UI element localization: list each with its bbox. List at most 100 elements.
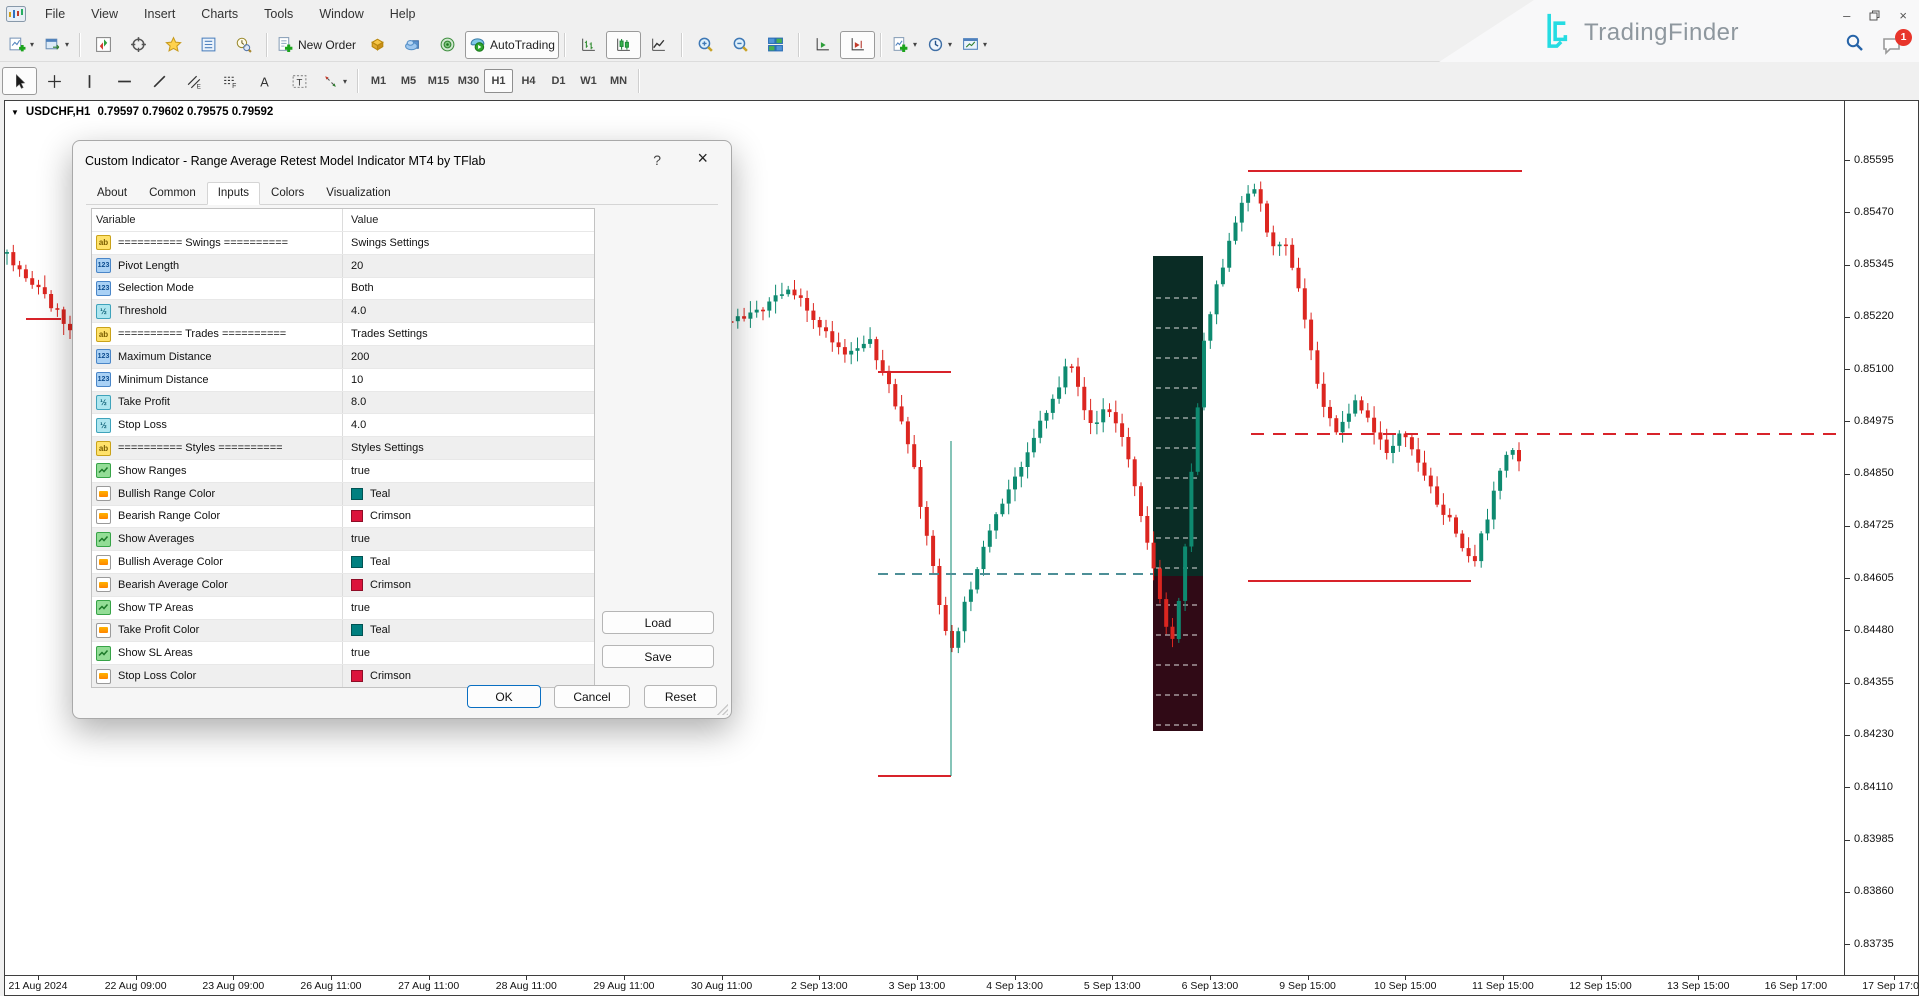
dropdown-caret-icon[interactable]: ▾ <box>913 40 917 49</box>
menu-window[interactable]: Window <box>306 3 376 25</box>
price-axis[interactable]: 0.855950.854700.853450.852200.851000.849… <box>1844 101 1918 976</box>
profiles-button[interactable]: ▾ <box>39 31 74 59</box>
param-value-cell[interactable]: Styles Settings <box>342 437 594 459</box>
dialog-title[interactable]: Custom Indicator - Range Average Retest … <box>85 154 485 168</box>
line-chart-button[interactable] <box>641 31 676 59</box>
text-tool-button[interactable]: A <box>247 67 282 95</box>
dropdown-caret-icon[interactable]: ▾ <box>343 77 347 86</box>
menu-file[interactable]: File <box>32 3 78 25</box>
symbol-quote[interactable]: ▼ USDCHF,H1 0.79597 0.79602 0.79575 0.79… <box>11 106 273 118</box>
new-chart-button[interactable]: ▾ <box>4 31 39 59</box>
menu-insert[interactable]: Insert <box>131 3 188 25</box>
candle-chart-button[interactable] <box>606 31 641 59</box>
auto-scroll-button[interactable] <box>805 31 840 59</box>
chart-shift-button[interactable] <box>840 31 875 59</box>
timeframe-m1[interactable]: M1 <box>364 69 393 93</box>
tile-windows-button[interactable] <box>758 31 793 59</box>
param-value-cell[interactable]: Both <box>342 278 594 300</box>
chat-icon[interactable]: 1 <box>1882 36 1903 55</box>
param-row[interactable]: 123Selection ModeBoth <box>92 277 594 300</box>
dropdown-caret-icon[interactable]: ▾ <box>65 40 69 49</box>
tab-colors[interactable]: Colors <box>260 182 315 205</box>
arrows-tool-button[interactable]: ▾ <box>317 67 352 95</box>
navigator-button[interactable] <box>191 31 226 59</box>
horizontal-line-tool-button[interactable] <box>107 67 142 95</box>
menu-charts[interactable]: Charts <box>188 3 251 25</box>
text-label-tool-button[interactable]: T <box>282 67 317 95</box>
param-row[interactable]: ½Threshold4.0 <box>92 299 594 322</box>
param-value-cell[interactable]: Teal <box>342 620 594 642</box>
cursor-tool-button[interactable] <box>2 67 37 95</box>
param-row[interactable]: Bearish Range ColorCrimson <box>92 505 594 528</box>
crosshair-tool-button[interactable] <box>37 67 72 95</box>
param-row[interactable]: Bearish Average ColorCrimson <box>92 573 594 596</box>
param-value-cell[interactable]: Crimson <box>342 506 594 528</box>
collapse-triangle-icon[interactable]: ▼ <box>11 108 19 117</box>
timeframe-m30[interactable]: M30 <box>454 69 483 93</box>
param-value-cell[interactable]: Trades Settings <box>342 323 594 345</box>
param-row[interactable]: Show Rangestrue <box>92 459 594 482</box>
equidistant-channel-tool-button[interactable]: E <box>177 67 212 95</box>
tab-inputs[interactable]: Inputs <box>207 182 260 205</box>
param-row[interactable]: Show SL Areastrue <box>92 641 594 664</box>
param-value-cell[interactable]: 8.0 <box>342 392 594 414</box>
param-row[interactable]: ½Stop Loss4.0 <box>92 413 594 436</box>
param-row[interactable]: Show TP Areastrue <box>92 596 594 619</box>
param-value-cell[interactable]: true <box>342 642 594 664</box>
fibonacci-tool-button[interactable]: F <box>212 67 247 95</box>
timeframe-m15[interactable]: M15 <box>424 69 453 93</box>
param-value-cell[interactable]: 4.0 <box>342 414 594 436</box>
tab-common[interactable]: Common <box>138 182 207 205</box>
time-axis[interactable]: 21 Aug 202422 Aug 09:0023 Aug 09:0026 Au… <box>5 975 1918 995</box>
load-button[interactable]: Load <box>602 611 714 634</box>
param-row[interactable]: Bullish Range ColorTeal <box>92 482 594 505</box>
param-value-cell[interactable]: 20 <box>342 255 594 277</box>
param-value-cell[interactable]: 200 <box>342 346 594 368</box>
param-row[interactable]: Bullish Average ColorTeal <box>92 550 594 573</box>
search-icon[interactable] <box>1845 33 1864 57</box>
timeframe-h1[interactable]: H1 <box>484 69 513 93</box>
bar-chart-button[interactable] <box>571 31 606 59</box>
dropdown-caret-icon[interactable]: ▾ <box>30 40 34 49</box>
signals-button[interactable] <box>430 31 465 59</box>
strategy-tester-button[interactable] <box>226 31 261 59</box>
templates-button[interactable]: ▾ <box>957 31 992 59</box>
dropdown-caret-icon[interactable]: ▾ <box>983 40 987 49</box>
mql5-storage-button[interactable] <box>395 31 430 59</box>
menu-tools[interactable]: Tools <box>251 3 306 25</box>
param-value-cell[interactable]: true <box>342 597 594 619</box>
param-row[interactable]: 123Minimum Distance10 <box>92 368 594 391</box>
timeframe-w1[interactable]: W1 <box>574 69 603 93</box>
param-row[interactable]: 123Maximum Distance200 <box>92 345 594 368</box>
data-window-button[interactable] <box>121 31 156 59</box>
menu-view[interactable]: View <box>78 3 131 25</box>
metaeditor-button[interactable] <box>360 31 395 59</box>
timeframe-m5[interactable]: M5 <box>394 69 423 93</box>
dropdown-caret-icon[interactable]: ▾ <box>948 40 952 49</box>
param-value-cell[interactable]: 4.0 <box>342 300 594 322</box>
timeframe-d1[interactable]: D1 <box>544 69 573 93</box>
dialog-help-button[interactable]: ? <box>647 150 667 170</box>
save-button[interactable]: Save <box>602 645 714 668</box>
ok-button[interactable]: OK <box>467 685 541 708</box>
zoom-in-button[interactable] <box>688 31 723 59</box>
tab-about[interactable]: About <box>86 182 138 205</box>
autotrading-button[interactable]: AutoTrading <box>465 31 559 59</box>
vertical-line-tool-button[interactable] <box>72 67 107 95</box>
param-row[interactable]: ab========== Trades ==========Trades Set… <box>92 322 594 345</box>
close-button[interactable]: × <box>1899 9 1907 22</box>
param-row[interactable]: ½Take Profit8.0 <box>92 391 594 414</box>
favorites-button[interactable] <box>156 31 191 59</box>
param-value-cell[interactable]: Swings Settings <box>342 232 594 254</box>
tab-visualization[interactable]: Visualization <box>315 182 401 205</box>
param-value-cell[interactable]: true <box>342 528 594 550</box>
param-row[interactable]: Take Profit ColorTeal <box>92 619 594 642</box>
trendline-tool-button[interactable] <box>142 67 177 95</box>
param-row[interactable]: ab========== Styles ==========Styles Set… <box>92 436 594 459</box>
param-row[interactable]: Stop Loss ColorCrimson <box>92 664 594 687</box>
market-watch-button[interactable] <box>86 31 121 59</box>
cancel-button[interactable]: Cancel <box>554 685 630 708</box>
param-value-cell[interactable]: Crimson <box>342 574 594 596</box>
dialog-close-button[interactable]: × <box>689 146 716 171</box>
periods-button[interactable]: ▾ <box>922 31 957 59</box>
